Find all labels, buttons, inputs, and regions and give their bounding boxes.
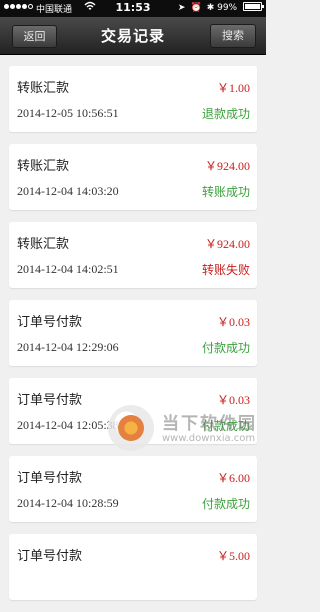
transaction-description: 转账汇款	[17, 237, 70, 252]
transaction-amount: ￥0.03	[216, 315, 250, 329]
transaction-card[interactable]: 转账汇款 ￥1.00 2014-12-05 10:56:51 退款成功	[9, 66, 257, 132]
transaction-card[interactable]: 转账汇款 ￥924.00 2014-12-04 14:03:20 转账成功	[9, 144, 257, 210]
status-right: ➤ ⏰ ✱ 99%	[177, 2, 264, 13]
transaction-date: 2014-12-05 10:56:51	[17, 106, 119, 120]
status-bar: 中国联通 11:53 ➤ ⏰ ✱ 99%	[0, 0, 266, 17]
navigation-bar: 返回 交易记录 搜索	[0, 17, 266, 55]
search-button[interactable]: 搜索	[210, 24, 256, 48]
transaction-amount: ￥924.00	[204, 159, 250, 173]
transaction-status: 付款成功	[201, 419, 250, 433]
transaction-amount: ￥0.03	[216, 393, 250, 407]
transaction-card[interactable]: 转账汇款 ￥924.00 2014-12-04 14:02:51 转账失败	[9, 222, 257, 288]
transaction-status: 付款成功	[201, 497, 250, 511]
transaction-card[interactable]: 订单号付款 ￥0.03 2014-12-04 12:05:38 付款成功	[9, 378, 257, 444]
location-arrow-icon: ➤	[177, 3, 186, 13]
transaction-card[interactable]: 订单号付款 ￥5.00	[9, 534, 257, 600]
transaction-list: 转账汇款 ￥1.00 2014-12-05 10:56:51 退款成功 转账汇款 ￥924…	[9, 66, 257, 612]
transaction-description: 转账汇款	[17, 81, 70, 96]
transaction-date: 2014-12-04 14:03:20	[17, 184, 119, 198]
transaction-date: 2014-12-04 14:02:51	[17, 262, 119, 276]
transaction-status: 退款成功	[201, 107, 250, 121]
transaction-date: 2014-12-04 12:05:38	[17, 418, 119, 432]
transaction-amount: ￥6.00	[216, 471, 250, 485]
transaction-card[interactable]: 订单号付款 ￥0.03 2014-12-04 12:29:06 付款成功	[9, 300, 257, 366]
transaction-amount: ￥1.00	[216, 81, 250, 95]
transaction-description: 订单号付款	[17, 471, 83, 486]
transaction-description: 订单号付款	[17, 393, 83, 408]
transaction-description: 转账汇款	[17, 159, 70, 174]
transaction-date: 2014-12-04 10:28:59	[17, 496, 119, 510]
transaction-amount: ￥924.00	[204, 237, 250, 251]
transaction-description: 订单号付款	[17, 549, 83, 564]
bluetooth-icon: ✱	[206, 3, 215, 13]
battery-icon	[243, 2, 264, 11]
transaction-status: 转账成功	[201, 185, 250, 199]
transaction-amount: ￥5.00	[216, 549, 250, 563]
battery-percent: 99%	[217, 3, 238, 13]
transaction-date: 2014-12-04 12:29:06	[17, 340, 119, 354]
transaction-card[interactable]: 订单号付款 ￥6.00 2014-12-04 10:28:59 付款成功	[9, 456, 257, 522]
transaction-status: 付款成功	[201, 341, 250, 355]
transaction-description: 订单号付款	[17, 315, 83, 330]
transaction-status: 转账失败	[201, 263, 250, 277]
battery-fill	[245, 4, 260, 9]
alarm-clock-icon: ⏰	[190, 3, 202, 13]
